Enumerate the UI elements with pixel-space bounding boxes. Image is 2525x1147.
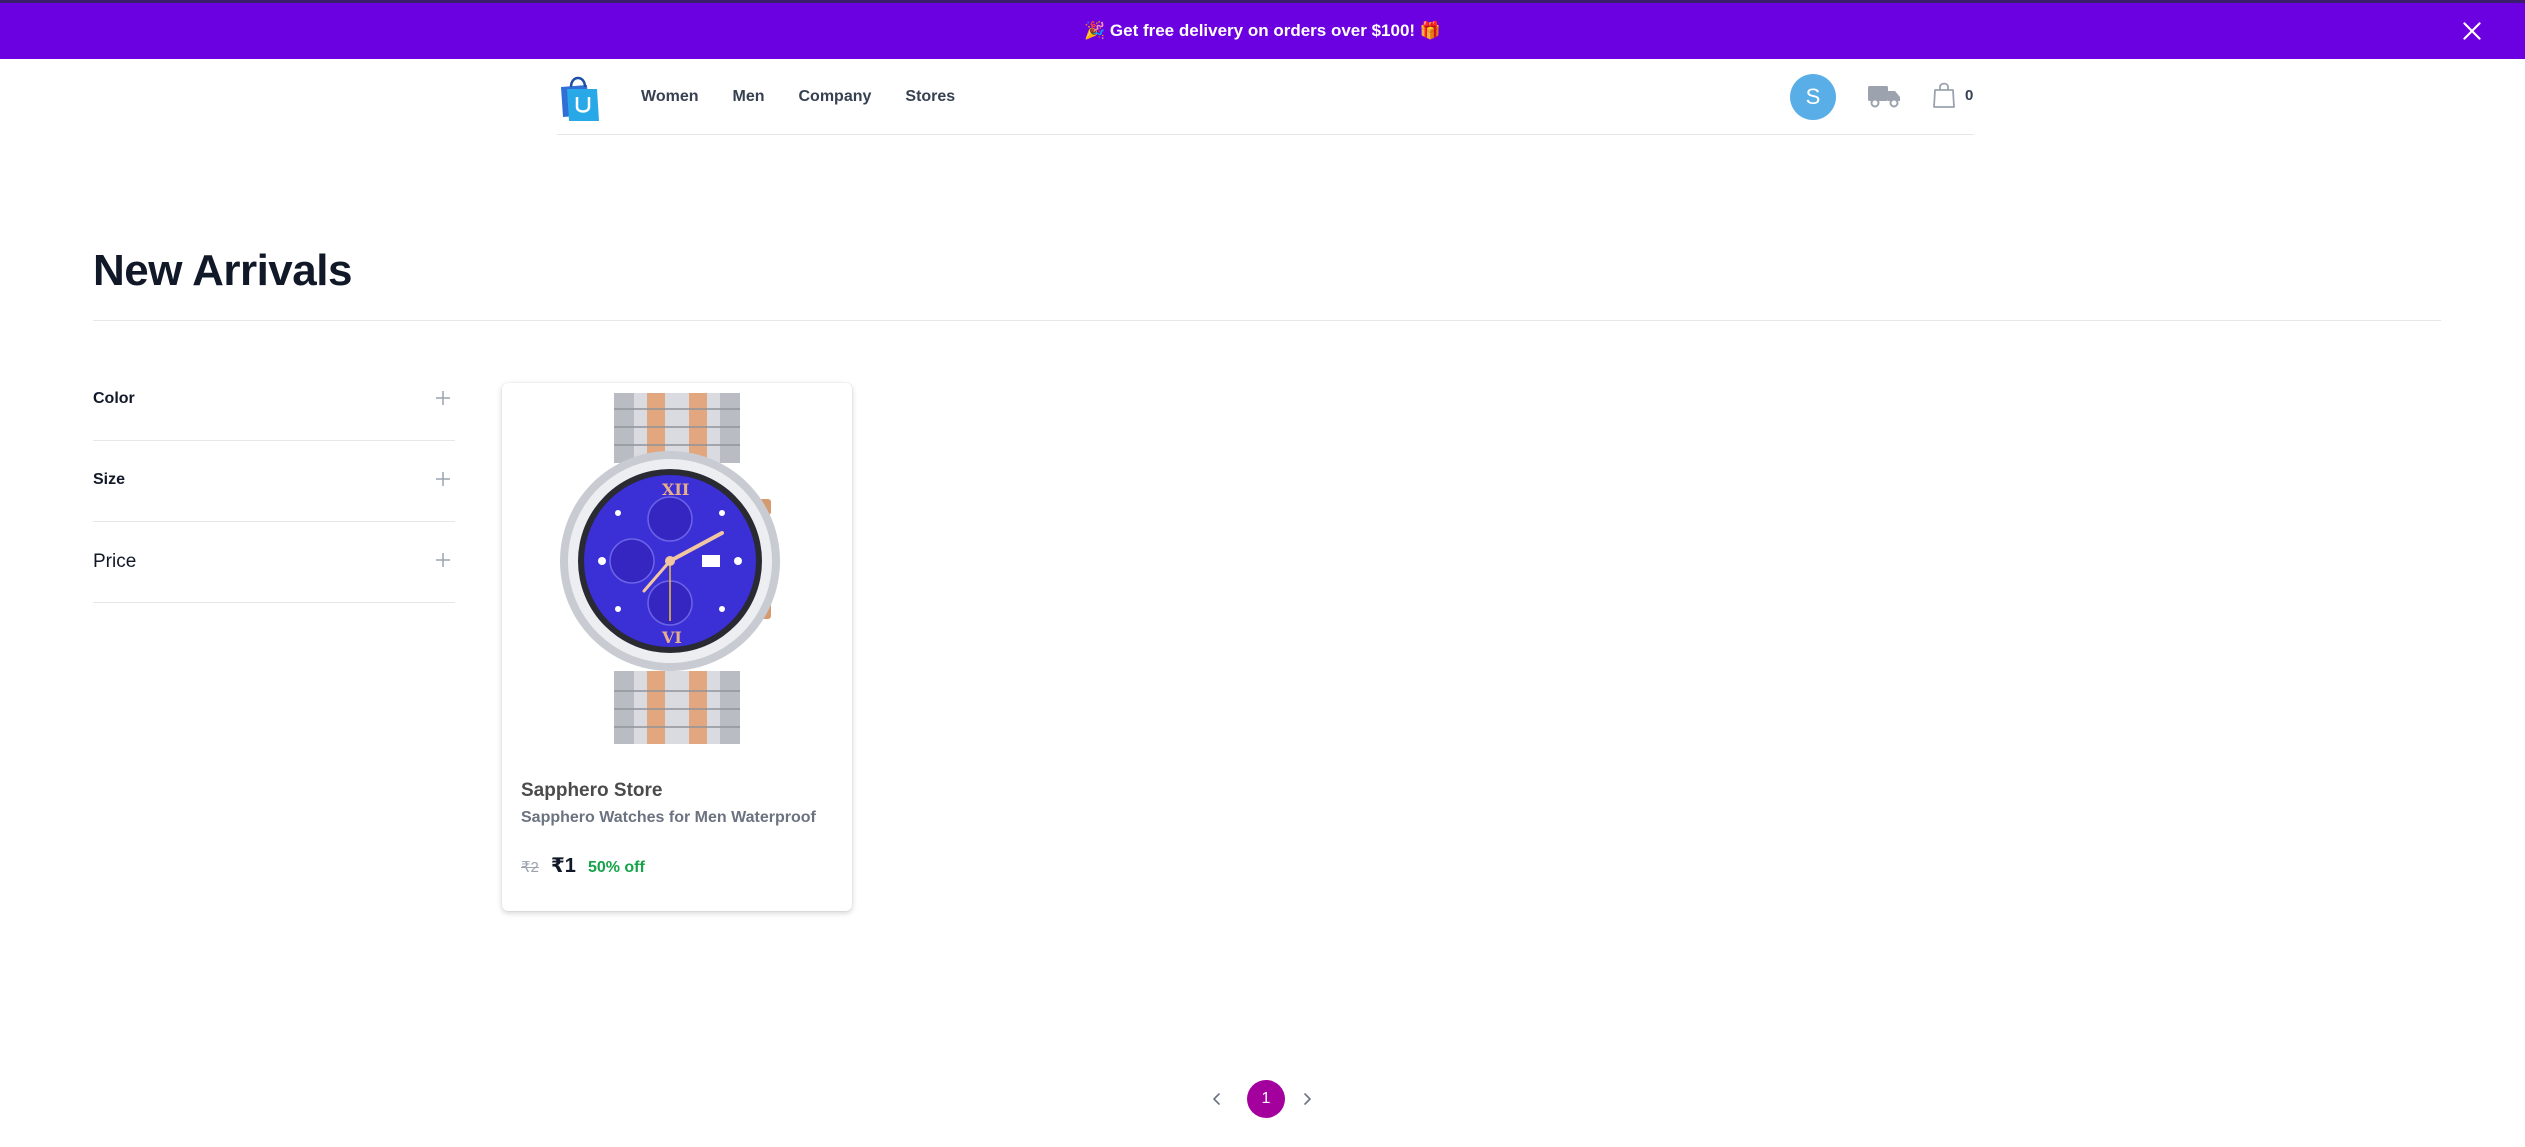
filter-label: Price xyxy=(93,551,137,572)
page-number-current[interactable]: 1 xyxy=(1247,1080,1285,1118)
discount-badge: 50% off xyxy=(587,859,645,876)
price-row: ₹2 ₹1 50% off xyxy=(521,853,645,878)
truck-icon[interactable] xyxy=(1867,83,1901,109)
promo-text: 🎉 Get free delivery on orders over $100!… xyxy=(1084,21,1441,40)
nav-link-company[interactable]: Company xyxy=(798,88,871,106)
close-icon[interactable] xyxy=(2459,18,2485,44)
original-price: ₹2 xyxy=(521,859,539,876)
chevron-left-icon[interactable] xyxy=(1210,1091,1224,1107)
page-title: New Arrivals xyxy=(93,246,352,295)
shopping-bag-logo-icon[interactable] xyxy=(557,71,601,123)
product-name: Sapphero Watches for Men Waterproof xyxy=(521,809,816,826)
promo-banner: 🎉 Get free delivery on orders over $100!… xyxy=(0,3,2525,59)
plus-icon[interactable] xyxy=(435,471,451,487)
product-card[interactable]: XII VI Sapphero Store Sapphero Watches f… xyxy=(502,383,852,911)
nav-links: Women Men Company Stores xyxy=(641,59,989,135)
filter-price[interactable]: Price xyxy=(93,522,455,603)
title-divider xyxy=(93,320,2441,321)
plus-icon[interactable] xyxy=(435,390,451,406)
wristwatch-image: XII VI xyxy=(560,393,780,744)
nav-link-women[interactable]: Women xyxy=(641,88,698,106)
bag-icon[interactable] xyxy=(1932,81,1956,109)
navbar: Women Men Company Stores S 0 xyxy=(557,59,1974,135)
chevron-right-icon[interactable] xyxy=(1300,1091,1314,1107)
svg-text:XII: XII xyxy=(662,480,689,499)
cart-count: 0 xyxy=(1965,87,1974,104)
filter-color[interactable]: Color xyxy=(93,360,455,441)
product-brand: Sapphero Store xyxy=(521,780,663,801)
watch-band-bottom xyxy=(614,671,740,744)
pagination: 1 xyxy=(1210,1079,1325,1119)
nav-link-men[interactable]: Men xyxy=(732,88,764,106)
filters-panel: Color Size Price xyxy=(93,360,455,603)
svg-text:VI: VI xyxy=(661,628,682,647)
filter-size[interactable]: Size xyxy=(93,441,455,522)
plus-icon[interactable] xyxy=(435,552,451,568)
filter-label: Color xyxy=(93,390,135,407)
user-avatar[interactable]: S xyxy=(1790,74,1836,120)
nav-link-stores[interactable]: Stores xyxy=(905,88,955,106)
filter-label: Size xyxy=(93,471,126,488)
sale-price: ₹1 xyxy=(550,855,576,877)
